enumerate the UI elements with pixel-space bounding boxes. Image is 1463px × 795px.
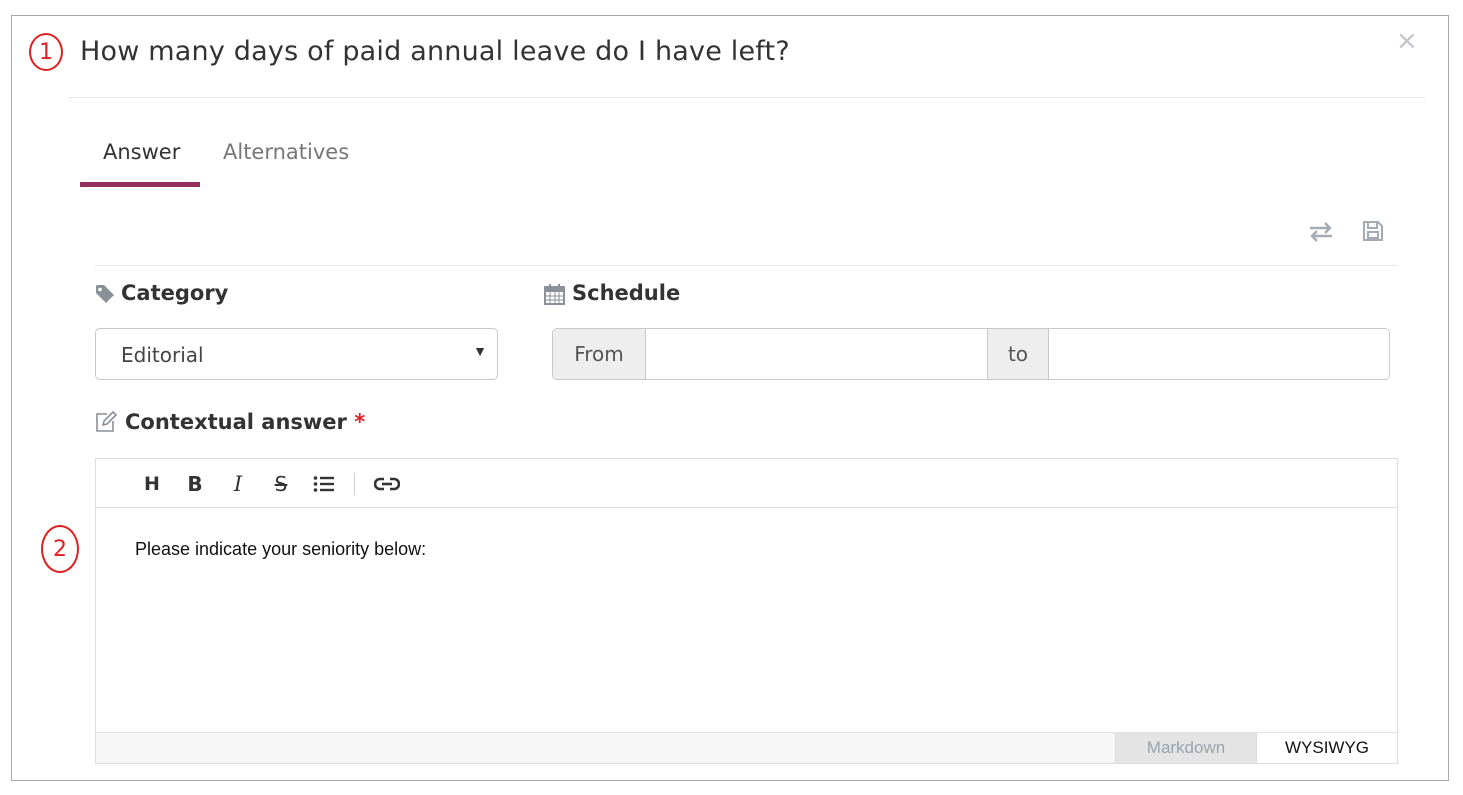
required-marker: * — [354, 410, 366, 434]
toolbar-separator — [354, 473, 355, 495]
bold-icon[interactable]: B — [185, 471, 205, 497]
contextual-answer-label: Contextual answer * — [125, 410, 365, 434]
schedule-from-label: From — [553, 329, 646, 379]
editor-content[interactable]: Please indicate your seniority below: — [135, 539, 426, 560]
wysiwyg-mode-button[interactable]: WYSIWYG — [1256, 733, 1397, 763]
contextual-answer-editor[interactable]: H B I S Please indicate your seniority b… — [95, 458, 1398, 764]
heading-icon[interactable]: H — [142, 471, 162, 497]
toolbar-divider — [95, 265, 1398, 266]
edit-icon — [95, 410, 118, 438]
chevron-down-icon: ▼ — [473, 343, 487, 359]
active-tab-indicator — [80, 182, 200, 187]
schedule-to-input[interactable] — [1049, 329, 1389, 379]
tab-alternatives[interactable]: Alternatives — [223, 140, 349, 164]
schedule-to-label: to — [988, 329, 1049, 379]
swap-arrows-icon[interactable] — [1308, 222, 1334, 247]
tab-answer[interactable]: Answer — [103, 140, 180, 164]
dialog-title: How many days of paid annual leave do I … — [80, 36, 790, 67]
editor-toolbar: H B I S — [96, 459, 1397, 508]
contextual-answer-label-text: Contextual answer — [125, 410, 347, 434]
editor-mode-bar: Markdown WYSIWYG — [96, 732, 1397, 763]
annotation-marker-1: 1 — [29, 33, 63, 71]
schedule-range: From to — [552, 328, 1390, 380]
italic-icon[interactable]: I — [228, 471, 248, 497]
tag-icon — [95, 284, 115, 309]
schedule-label: Schedule — [572, 281, 681, 305]
category-select-value: Editorial — [121, 343, 204, 367]
bulleted-list-icon[interactable] — [312, 471, 336, 497]
calendar-icon — [544, 284, 565, 310]
markdown-mode-button[interactable]: Markdown — [1115, 733, 1256, 763]
category-label: Category — [121, 281, 229, 305]
annotation-marker-2: 2 — [41, 525, 79, 573]
save-icon[interactable] — [1362, 220, 1384, 247]
title-divider — [68, 97, 1425, 98]
close-icon[interactable]: × — [1396, 26, 1418, 56]
category-select[interactable]: Editorial ▼ — [95, 328, 498, 380]
strikethrough-icon[interactable]: S — [270, 471, 292, 497]
schedule-from-input[interactable] — [646, 329, 988, 379]
link-icon[interactable] — [373, 471, 401, 497]
